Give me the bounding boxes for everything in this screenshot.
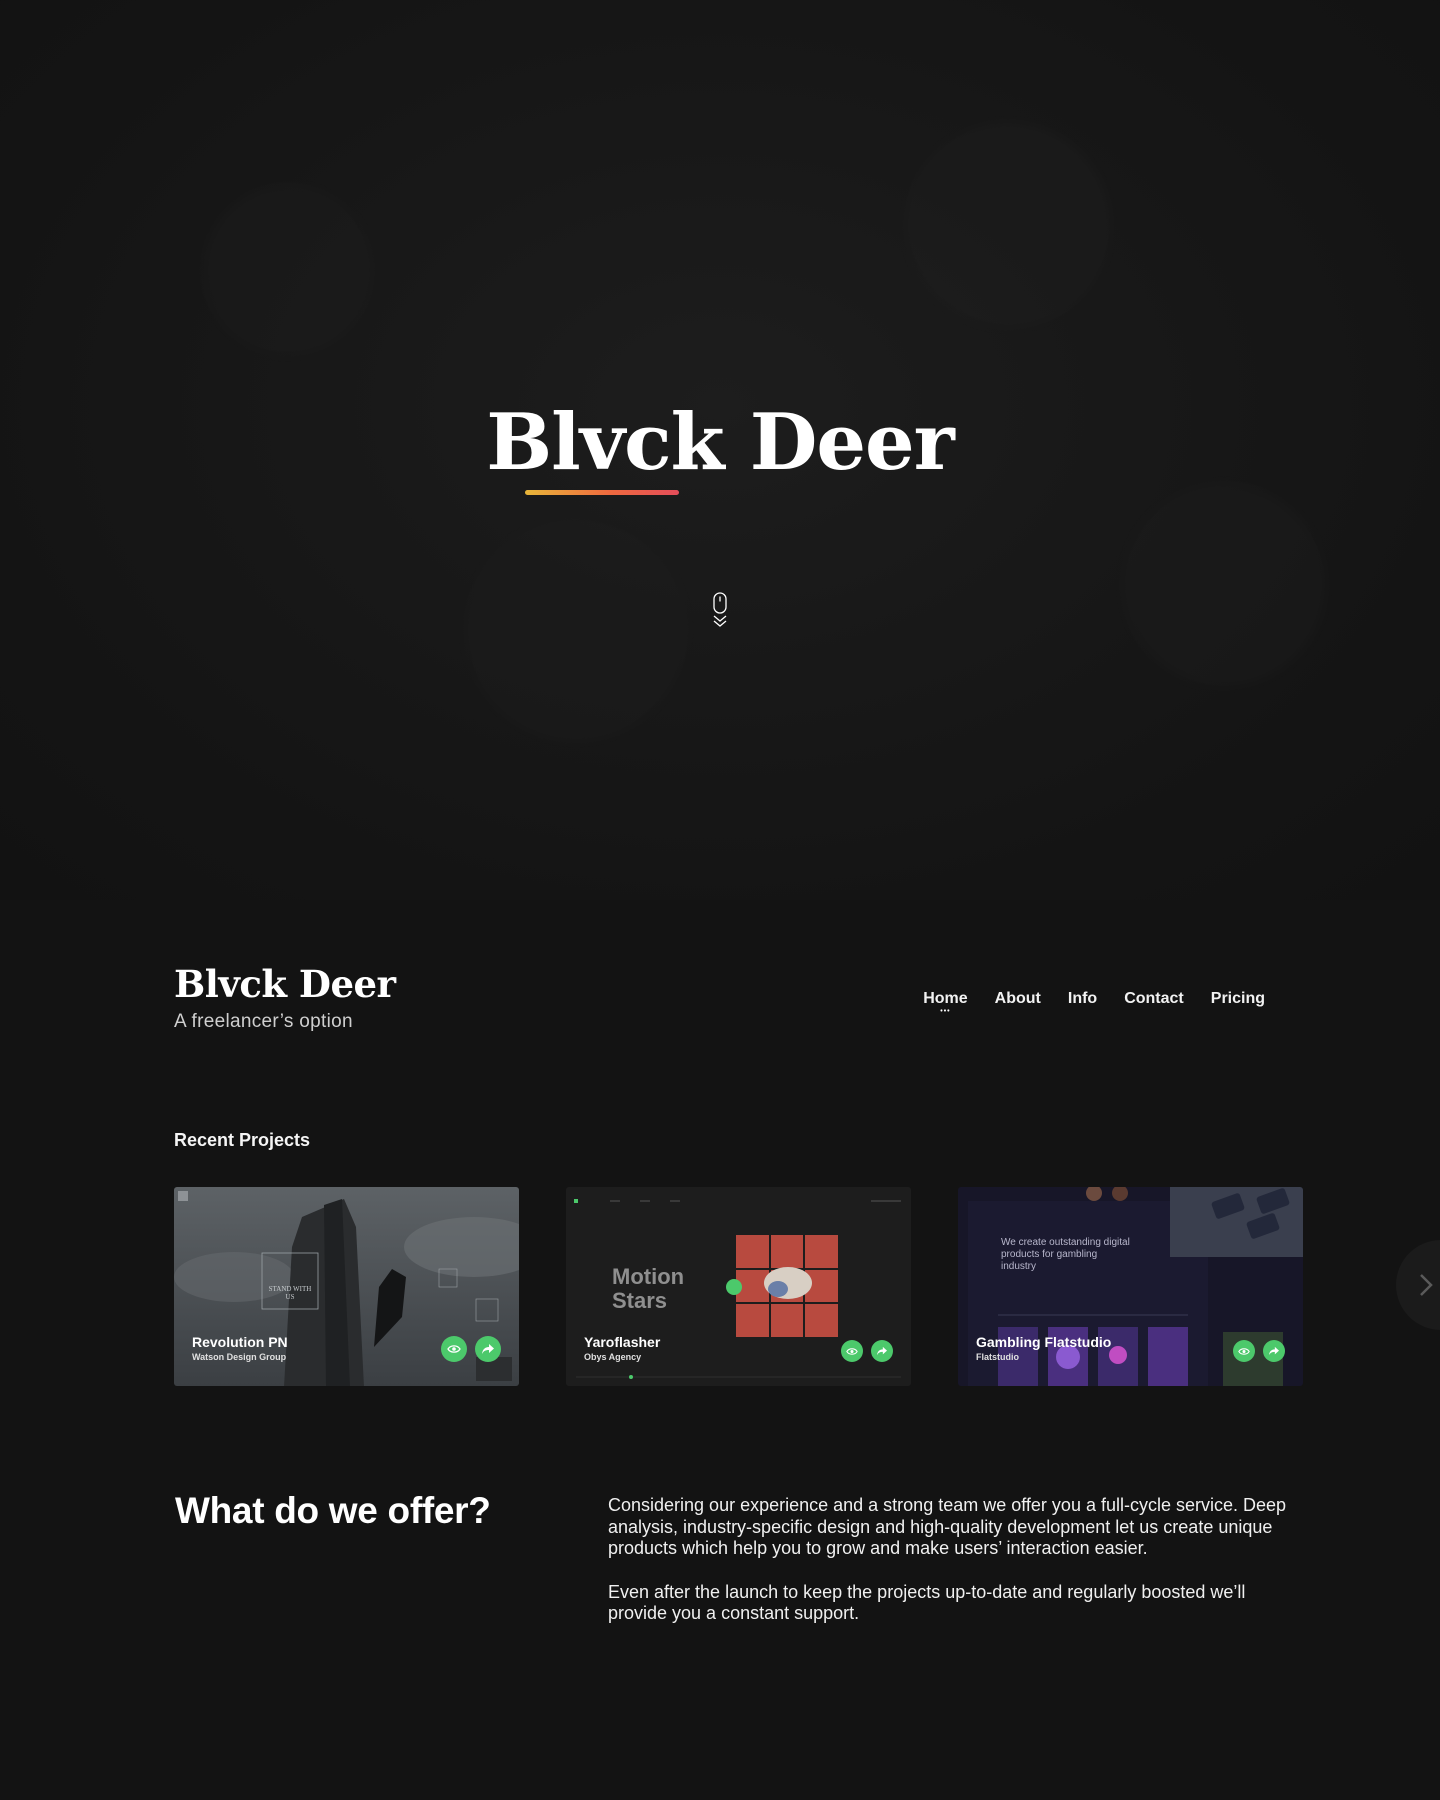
nav-item-contact[interactable]: Contact — [1124, 990, 1184, 1008]
hero-section: Blvck Deer — [0, 0, 1440, 900]
thumbnail-text: We create outstanding digital products f… — [1001, 1237, 1130, 1272]
projects-carousel: STAND WITH US Revolution PN Watson Desig… — [174, 1187, 1303, 1386]
project-title: Yaroflasher — [584, 1333, 661, 1350]
recent-projects-heading: Recent Projects — [174, 1130, 311, 1150]
eye-icon — [1238, 1347, 1250, 1355]
project-client: Watson Design Group — [192, 1352, 287, 1362]
share-arrow-icon — [877, 1346, 887, 1356]
hero-title-underline — [525, 490, 679, 495]
share-arrow-icon — [482, 1344, 494, 1354]
share-project-button[interactable] — [1263, 1340, 1285, 1362]
project-actions — [841, 1340, 893, 1362]
project-info: Yaroflasher Obys Agency — [584, 1333, 661, 1362]
project-card-yaroflasher[interactable]: Motion Stars Yaroflasher Obys Agency — [566, 1187, 911, 1386]
hero-title: Blvck Deer — [486, 397, 955, 488]
project-card-gambling-flatstudio[interactable]: We create outstanding digital products f… — [958, 1187, 1303, 1386]
view-project-button[interactable] — [1233, 1340, 1255, 1362]
offer-paragraph-2: Even after the launch to keep the projec… — [608, 1581, 1246, 1624]
nav-item-pricing[interactable]: Pricing — [1211, 990, 1265, 1008]
nav-item-about[interactable]: About — [995, 990, 1041, 1008]
share-arrow-icon — [1269, 1346, 1279, 1356]
eye-icon — [846, 1347, 858, 1355]
project-info: Gambling Flatstudio Flatstudio — [976, 1333, 1112, 1362]
nav-item-info[interactable]: Info — [1068, 990, 1097, 1008]
project-client: Flatstudio — [976, 1352, 1019, 1362]
thumbnail-text: STAND WITH US — [268, 1285, 312, 1301]
brand-title: Blvck Deer — [174, 962, 396, 1006]
brand-subtitle: A freelancer’s option — [174, 1011, 353, 1032]
offer-heading: What do we offer? — [175, 1490, 491, 1531]
share-project-button[interactable] — [871, 1340, 893, 1362]
project-title: Gambling Flatstudio — [976, 1333, 1112, 1350]
carousel-next-button[interactable] — [1396, 1240, 1440, 1330]
offer-description: Considering our experience and a strong … — [608, 1495, 1308, 1625]
page: Blvck Deer Blvck Deer A freelancer’s opt… — [0, 0, 1440, 1800]
project-title: Revolution PN — [192, 1333, 288, 1350]
thumbnail-text: Motion Stars — [612, 1264, 685, 1314]
eye-icon — [447, 1345, 461, 1353]
project-client: Obys Agency — [584, 1352, 642, 1362]
project-actions — [1233, 1340, 1285, 1362]
project-info: Revolution PN Watson Design Group — [192, 1333, 288, 1362]
offer-paragraph-1: Considering our experience and a strong … — [608, 1495, 1287, 1559]
project-card-revolution-pn[interactable]: STAND WITH US Revolution PN Watson Desig… — [174, 1187, 519, 1386]
brand[interactable]: Blvck Deer A freelancer’s option — [174, 966, 396, 1033]
nav-item-home[interactable]: Home — [923, 990, 967, 1008]
project-actions — [441, 1336, 501, 1362]
mouse-scroll-icon[interactable] — [710, 592, 730, 632]
chevron-right-icon — [1420, 1274, 1433, 1296]
main-nav: Home About Info Contact Pricing — [923, 990, 1265, 1008]
view-project-button[interactable] — [841, 1340, 863, 1362]
share-project-button[interactable] — [475, 1336, 501, 1362]
view-project-button[interactable] — [441, 1336, 467, 1362]
